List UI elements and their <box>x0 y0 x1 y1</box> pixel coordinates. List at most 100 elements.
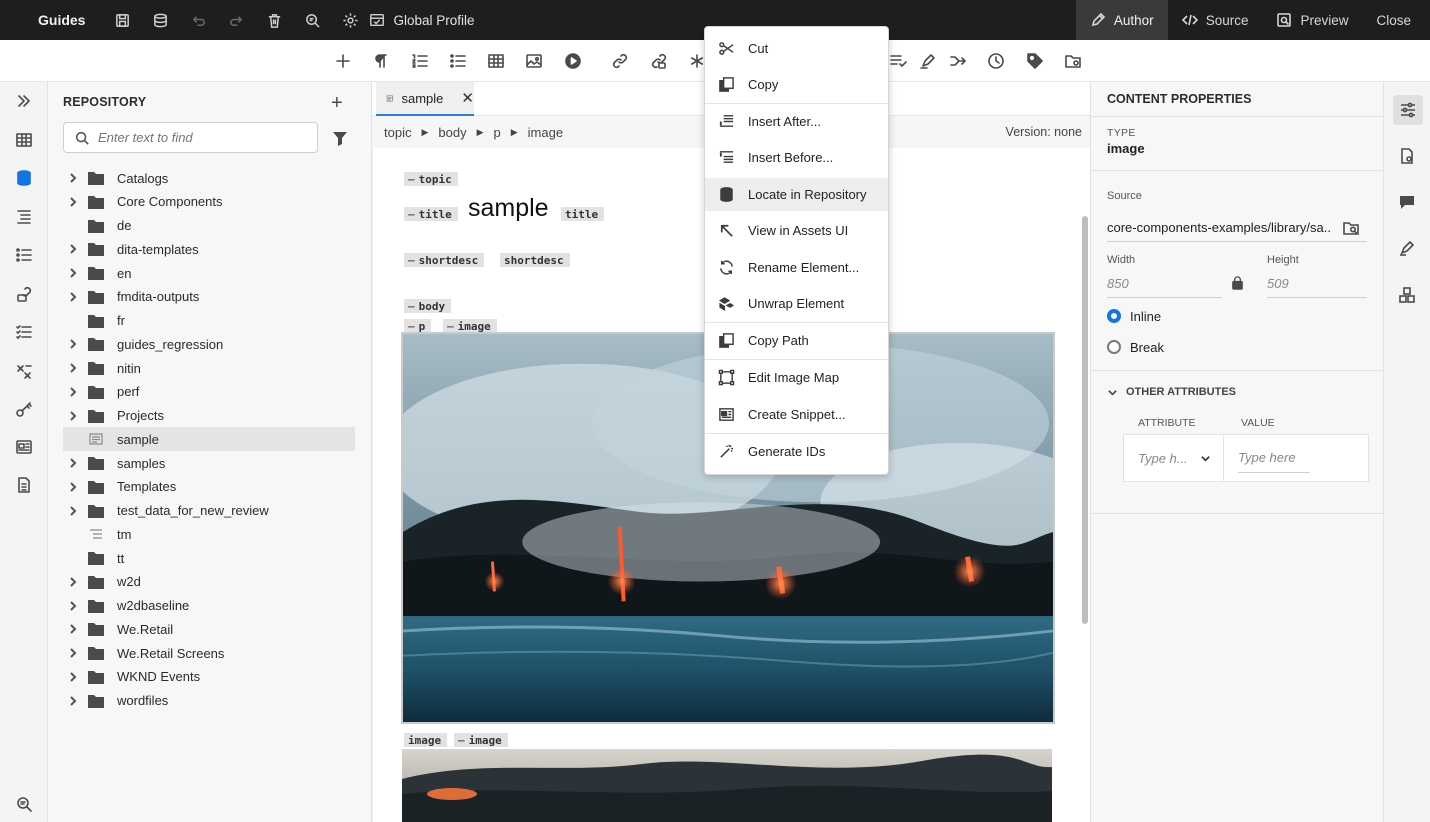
inline-radio[interactable] <box>1107 309 1121 323</box>
review-pen-icon[interactable] <box>1396 237 1418 259</box>
profile-selector[interactable]: Global Profile <box>369 12 475 28</box>
chevron-right-icon[interactable] <box>65 672 81 682</box>
tree-item[interactable]: wordfiles <box>63 689 355 713</box>
tree-item[interactable]: We.Retail Screens <box>63 641 355 665</box>
settings-gear-icon[interactable] <box>331 12 369 29</box>
multimedia-icon[interactable] <box>563 51 583 71</box>
version-history-icon[interactable] <box>986 51 1006 71</box>
browse-asset-icon[interactable] <box>1342 219 1360 240</box>
chevron-right-icon[interactable] <box>65 648 81 658</box>
snippet-panel-icon[interactable] <box>14 437 34 457</box>
tag-p-open[interactable]: — p <box>404 319 432 333</box>
chevron-down-icon[interactable] <box>1107 386 1118 401</box>
tree-item[interactable]: en <box>63 261 355 285</box>
key-icon[interactable] <box>14 399 34 419</box>
height-field[interactable]: 509 <box>1267 276 1289 291</box>
tree-item[interactable]: Projects <box>63 404 355 428</box>
chevron-right-icon[interactable] <box>65 624 81 634</box>
tree-item[interactable]: nitin <box>63 356 355 380</box>
properties-sliders-icon[interactable] <box>1393 95 1423 125</box>
filter-icon[interactable] <box>331 129 349 150</box>
tree-item[interactable]: dita-templates <box>63 237 355 261</box>
grid-view-icon[interactable] <box>14 130 34 150</box>
tree-item[interactable]: We.Retail <box>63 617 355 641</box>
key-reference-icon[interactable] <box>649 51 669 71</box>
save-as-icon[interactable] <box>141 12 179 29</box>
paragraph-icon[interactable] <box>371 51 391 71</box>
breadcrumb-item[interactable]: image <box>528 125 563 140</box>
width-field[interactable]: 850 <box>1107 276 1129 291</box>
tag-title-open[interactable]: — title <box>404 207 458 221</box>
menu-item-copy[interactable]: Copy <box>705 68 888 101</box>
expand-panel-icon[interactable] <box>14 91 34 111</box>
chevron-right-icon[interactable] <box>65 695 81 706</box>
chevron-right-icon[interactable] <box>65 458 81 468</box>
tree-item[interactable]: tm <box>63 522 355 546</box>
search-repository-icon[interactable] <box>14 794 34 814</box>
menu-item-rename-element[interactable]: Rename Element... <box>705 251 888 284</box>
tree-item[interactable]: Core Components <box>63 190 355 214</box>
close-tab-icon[interactable]: ✕ <box>461 89 474 107</box>
tag-topic-open[interactable]: — topic <box>404 172 458 186</box>
comments-icon[interactable] <box>1396 191 1418 213</box>
chevron-right-icon[interactable] <box>65 339 81 349</box>
chevron-right-icon[interactable] <box>65 197 81 207</box>
tag-title-close[interactable]: title <box>561 207 605 221</box>
add-icon[interactable]: + <box>331 92 343 115</box>
attribute-dropdown-icon[interactable] <box>1200 452 1211 467</box>
reusable-content-icon[interactable] <box>14 284 34 304</box>
tag-shortdesc-close[interactable]: shortdesc <box>500 253 570 267</box>
other-attributes-header[interactable]: OTHER ATTRIBUTES <box>1126 386 1236 398</box>
document-tab[interactable]: sample ✕ <box>376 82 474 116</box>
menu-item-copy-path[interactable]: Copy Path <box>705 324 888 357</box>
chevron-right-icon[interactable] <box>65 410 81 421</box>
breadcrumb-item[interactable]: body <box>438 125 466 140</box>
insert-element-icon[interactable] <box>888 51 908 71</box>
tag-body-open[interactable]: — body <box>404 299 452 313</box>
add-icon[interactable] <box>333 51 353 71</box>
chevron-right-icon[interactable] <box>65 577 81 587</box>
tree-item[interactable]: w2dbaseline <box>63 594 355 618</box>
lava-field-image[interactable] <box>402 749 1052 822</box>
break-radio[interactable] <box>1107 340 1121 354</box>
chevron-right-icon[interactable] <box>65 363 81 373</box>
tree-item[interactable]: fr <box>63 309 355 333</box>
menu-item-insert-before[interactable]: Insert Before... <box>705 141 888 174</box>
undo-icon[interactable] <box>179 12 217 29</box>
tag-image-open[interactable]: — image <box>443 319 497 333</box>
tree-item[interactable]: guides_regression <box>63 332 355 356</box>
repository-database-icon[interactable] <box>14 168 34 188</box>
bulleted-list-icon[interactable] <box>448 51 468 71</box>
numbered-list-icon[interactable] <box>410 51 430 71</box>
editor-scrollbar[interactable] <box>1082 216 1088 624</box>
chevron-right-icon[interactable] <box>65 244 81 254</box>
chevron-right-icon[interactable] <box>65 173 81 183</box>
checklist-icon[interactable] <box>14 322 34 342</box>
tree-item[interactable]: tt <box>63 546 355 570</box>
repository-search[interactable] <box>63 122 318 153</box>
tree-item[interactable]: Templates <box>63 475 355 499</box>
menu-item-edit-image-map[interactable]: Edit Image Map <box>705 361 888 394</box>
tree-item[interactable]: WKND Events <box>63 665 355 689</box>
breadcrumb-item[interactable]: topic <box>384 125 411 140</box>
link-icon[interactable] <box>610 51 630 71</box>
table-icon[interactable] <box>486 51 506 71</box>
save-icon[interactable] <box>103 12 141 29</box>
tag-shortdesc-open[interactable]: — shortdesc <box>404 253 485 267</box>
templates-icon[interactable] <box>14 475 34 495</box>
breadcrumb-item[interactable]: p <box>494 125 501 140</box>
highlight-icon[interactable] <box>918 51 938 71</box>
redo-icon[interactable] <box>217 12 255 29</box>
file-properties-icon[interactable] <box>1396 145 1418 167</box>
chevron-right-icon[interactable] <box>65 292 81 302</box>
tree-item[interactable]: test_data_for_new_review <box>63 499 355 523</box>
variables-icon[interactable] <box>14 361 34 381</box>
menu-item-unwrap-element[interactable]: Unwrap Element <box>705 287 888 320</box>
delete-icon[interactable] <box>255 12 293 29</box>
menu-item-generate-ids[interactable]: Generate IDs <box>705 435 888 468</box>
tree-item[interactable]: w2d <box>63 570 355 594</box>
tree-item[interactable]: de <box>63 214 355 238</box>
workflow-icon[interactable] <box>1396 284 1418 306</box>
folder-settings-icon[interactable] <box>1063 51 1083 71</box>
chevron-right-icon[interactable] <box>65 387 81 397</box>
